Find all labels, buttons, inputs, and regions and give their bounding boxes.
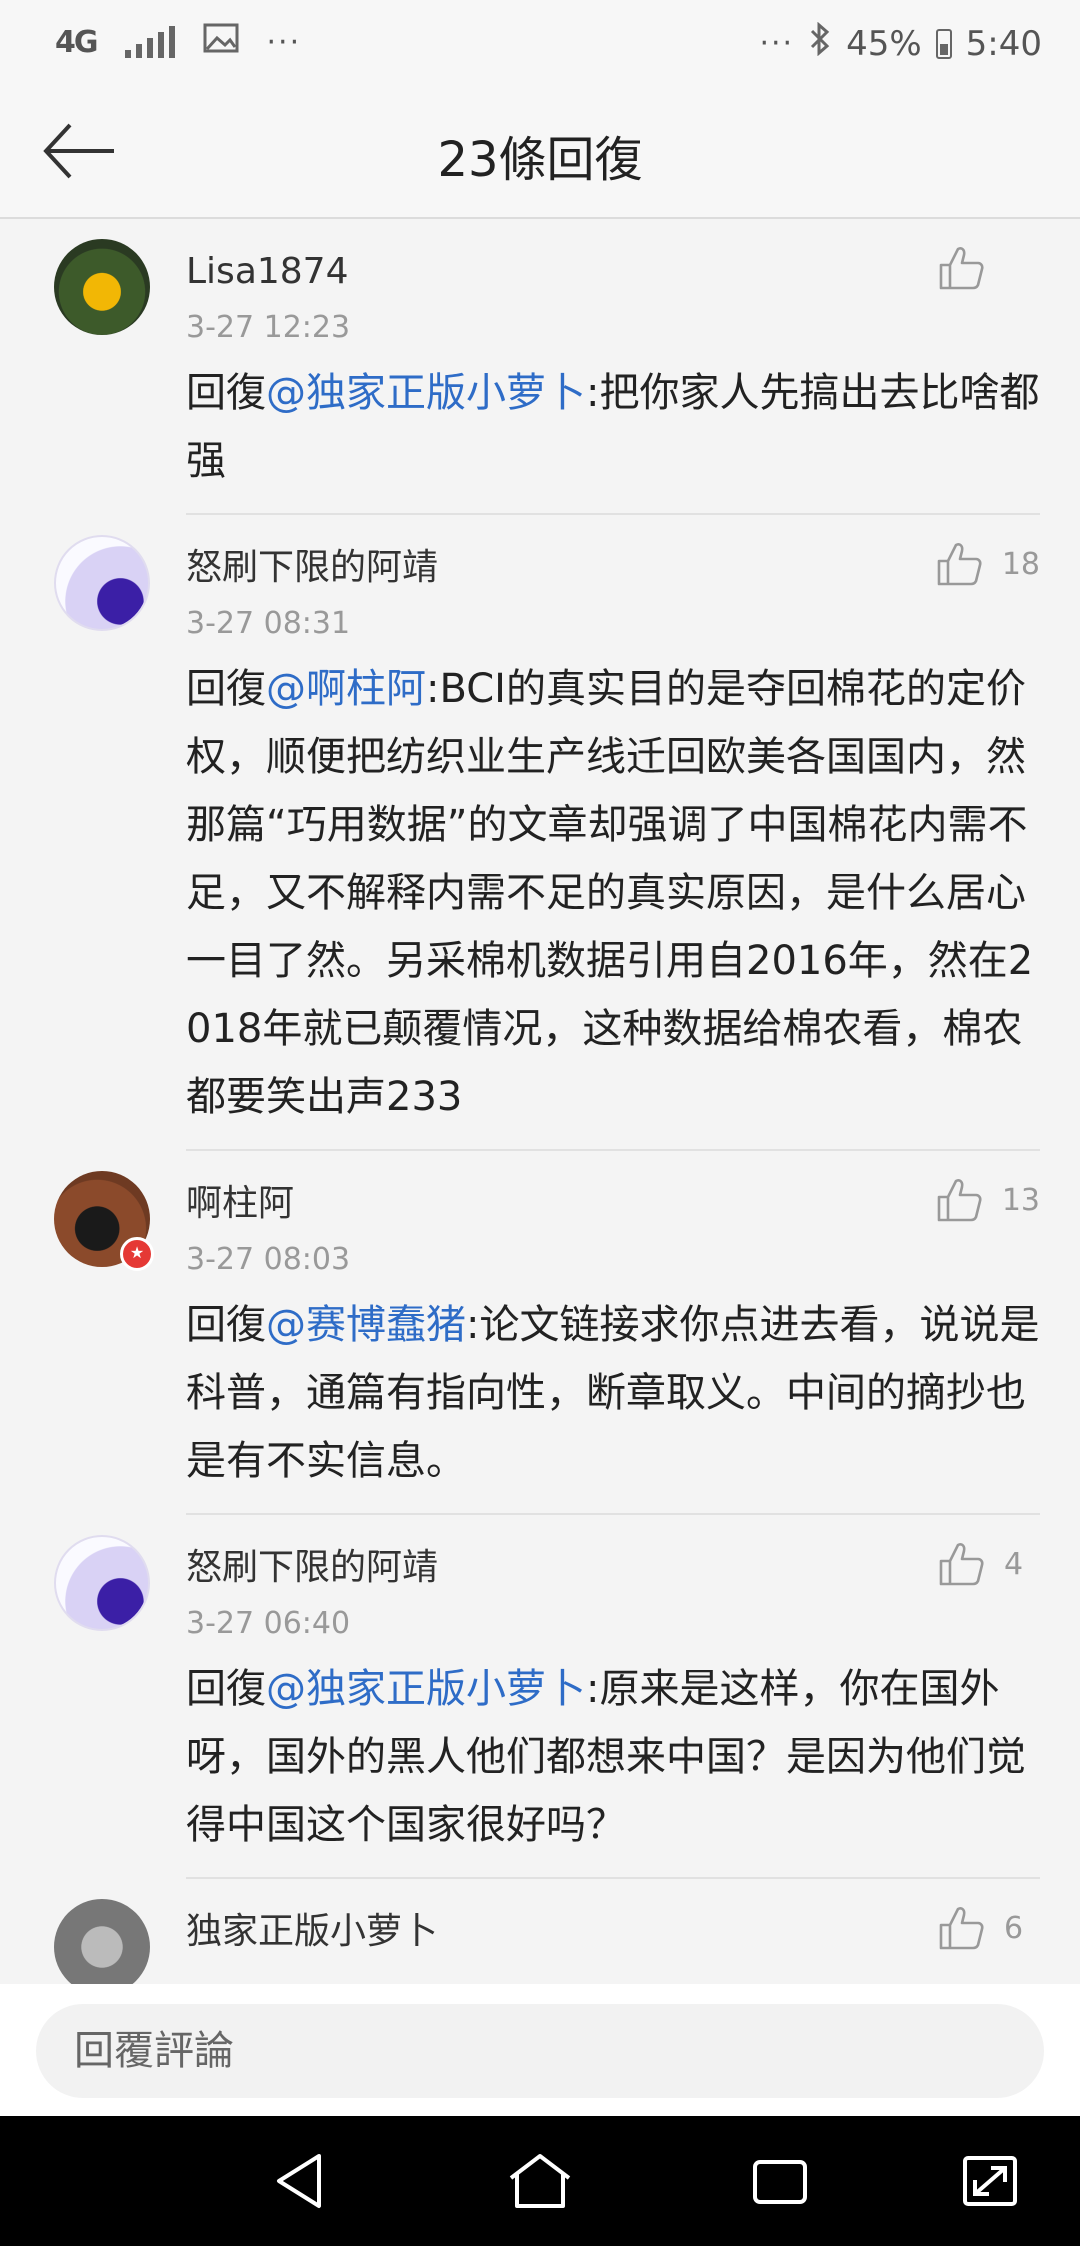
mention-link[interactable]: @独家正版小萝卜 xyxy=(266,1666,586,1712)
thumbs-up-icon xyxy=(939,247,984,290)
thumbs-up-icon xyxy=(939,1907,984,1950)
like-button[interactable] xyxy=(936,243,1040,293)
network-type: 4G xyxy=(55,24,98,60)
nav-home-button[interactable] xyxy=(505,2148,575,2214)
nav-recents-button[interactable] xyxy=(745,2148,815,2214)
header: 23條回復 xyxy=(0,90,1080,219)
comment-time: 3-27 08:03 xyxy=(186,1242,351,1277)
thumbs-up-icon xyxy=(937,543,982,586)
like-count: 4 xyxy=(1004,1546,1024,1582)
nav-recents-icon xyxy=(753,2160,807,2204)
mention-link[interactable]: @独家正版小萝卜 xyxy=(266,370,586,416)
thumbs-up-icon xyxy=(937,1179,982,1222)
nav-back-icon xyxy=(277,2154,321,2208)
comment-body[interactable]: 回復@独家正版小萝卜:把你家人先搞出去比啥都强 xyxy=(186,359,1040,515)
nav-expand-button[interactable] xyxy=(955,2148,1025,2214)
nav-expand-icon xyxy=(963,2156,1017,2206)
comment-item: 独家正版小萝卜 6 xyxy=(0,1879,1080,1984)
verified-badge-icon: ★ xyxy=(120,1237,154,1271)
like-button[interactable]: 18 xyxy=(934,539,1040,589)
comment-username[interactable]: 怒刷下限的阿靖 xyxy=(186,515,1040,591)
like-count: 13 xyxy=(1001,1182,1040,1218)
like-count: 6 xyxy=(1004,1910,1024,1946)
comment-time: 3-27 06:40 xyxy=(186,1606,351,1641)
like-button[interactable]: 13 xyxy=(934,1175,1040,1225)
avatar[interactable] xyxy=(54,1535,150,1631)
comment-item: Lisa1874 3-27 12:23 回復@独家正版小萝卜:把你家人先搞出去比… xyxy=(0,219,1080,515)
bluetooth-icon xyxy=(808,21,832,65)
comment-item: ★ 啊柱阿 3-27 08:03 回復@赛博蠢猪:论文链接求你点进去看，说说是科… xyxy=(0,1151,1080,1515)
comment-username[interactable]: 独家正版小萝卜 xyxy=(186,1879,1040,1955)
battery-icon xyxy=(935,28,952,59)
comment-item: 怒刷下限的阿靖 3-27 06:40 回復@独家正版小萝卜:原来是这样，你在国外… xyxy=(0,1515,1080,1879)
reply-prefix: 回復 xyxy=(186,666,266,712)
like-button[interactable]: 4 xyxy=(936,1539,1040,1589)
avatar[interactable] xyxy=(54,535,150,631)
comment-text: :BCI的真实目的是夺回棉花的定价权，顺便把纺织业生产线迁回欧美各国国内，然那篇… xyxy=(186,666,1034,1120)
avatar[interactable] xyxy=(54,239,150,335)
image-icon xyxy=(203,22,239,62)
reply-prefix: 回復 xyxy=(186,1666,266,1712)
nav-home-icon xyxy=(509,2154,571,2208)
comment-body[interactable]: 回復@啊柱阿:BCI的真实目的是夺回棉花的定价权，顺便把纺织业生产线迁回欧美各国… xyxy=(186,655,1040,1151)
comment-list[interactable]: Lisa1874 3-27 12:23 回復@独家正版小萝卜:把你家人先搞出去比… xyxy=(0,219,1080,1984)
clock: 5:40 xyxy=(965,23,1042,64)
like-count: 18 xyxy=(1001,546,1040,582)
reply-comment-input[interactable]: 回覆評論 xyxy=(36,2004,1044,2098)
thumbs-up-icon xyxy=(939,1543,984,1586)
page-title: 23條回復 xyxy=(437,132,643,188)
comment-username[interactable]: 怒刷下限的阿靖 xyxy=(186,1515,1040,1591)
reply-prefix: 回復 xyxy=(186,1302,266,1348)
system-nav-bar xyxy=(0,2116,1080,2246)
comment-body[interactable]: 回復@赛博蠢猪:论文链接求你点进去看，说说是科普，通篇有指向性，断章取义。中间的… xyxy=(186,1291,1040,1515)
mention-link[interactable]: @赛博蠢猪 xyxy=(266,1302,466,1348)
like-button[interactable]: 6 xyxy=(936,1903,1040,1953)
comment-username[interactable]: Lisa1874 xyxy=(186,219,1040,295)
reply-bar: 回覆評論 xyxy=(0,1984,1080,2116)
avatar[interactable] xyxy=(54,1899,150,1984)
mention-link[interactable]: @啊柱阿 xyxy=(266,666,426,712)
comment-item: 怒刷下限的阿靖 3-27 08:31 回復@啊柱阿:BCI的真实目的是夺回棉花的… xyxy=(0,515,1080,1151)
battery-percent: 45% xyxy=(846,23,922,64)
status-bar: 4G ··· ··· 45% 5:40 xyxy=(0,0,1080,90)
comment-time: 3-27 08:31 xyxy=(186,606,351,641)
comment-username[interactable]: 啊柱阿 xyxy=(186,1151,1040,1227)
reply-prefix: 回復 xyxy=(186,370,266,416)
more-status-icon: ··· xyxy=(759,26,795,61)
signal-icon xyxy=(124,26,175,58)
nav-back-button[interactable] xyxy=(265,2148,335,2214)
comment-body[interactable]: 回復@独家正版小萝卜:原来是这样，你在国外呀，国外的黑人他们都想来中国？是因为他… xyxy=(186,1655,1040,1879)
more-notifications-icon: ··· xyxy=(266,24,302,60)
comment-time: 3-27 12:23 xyxy=(186,310,351,345)
